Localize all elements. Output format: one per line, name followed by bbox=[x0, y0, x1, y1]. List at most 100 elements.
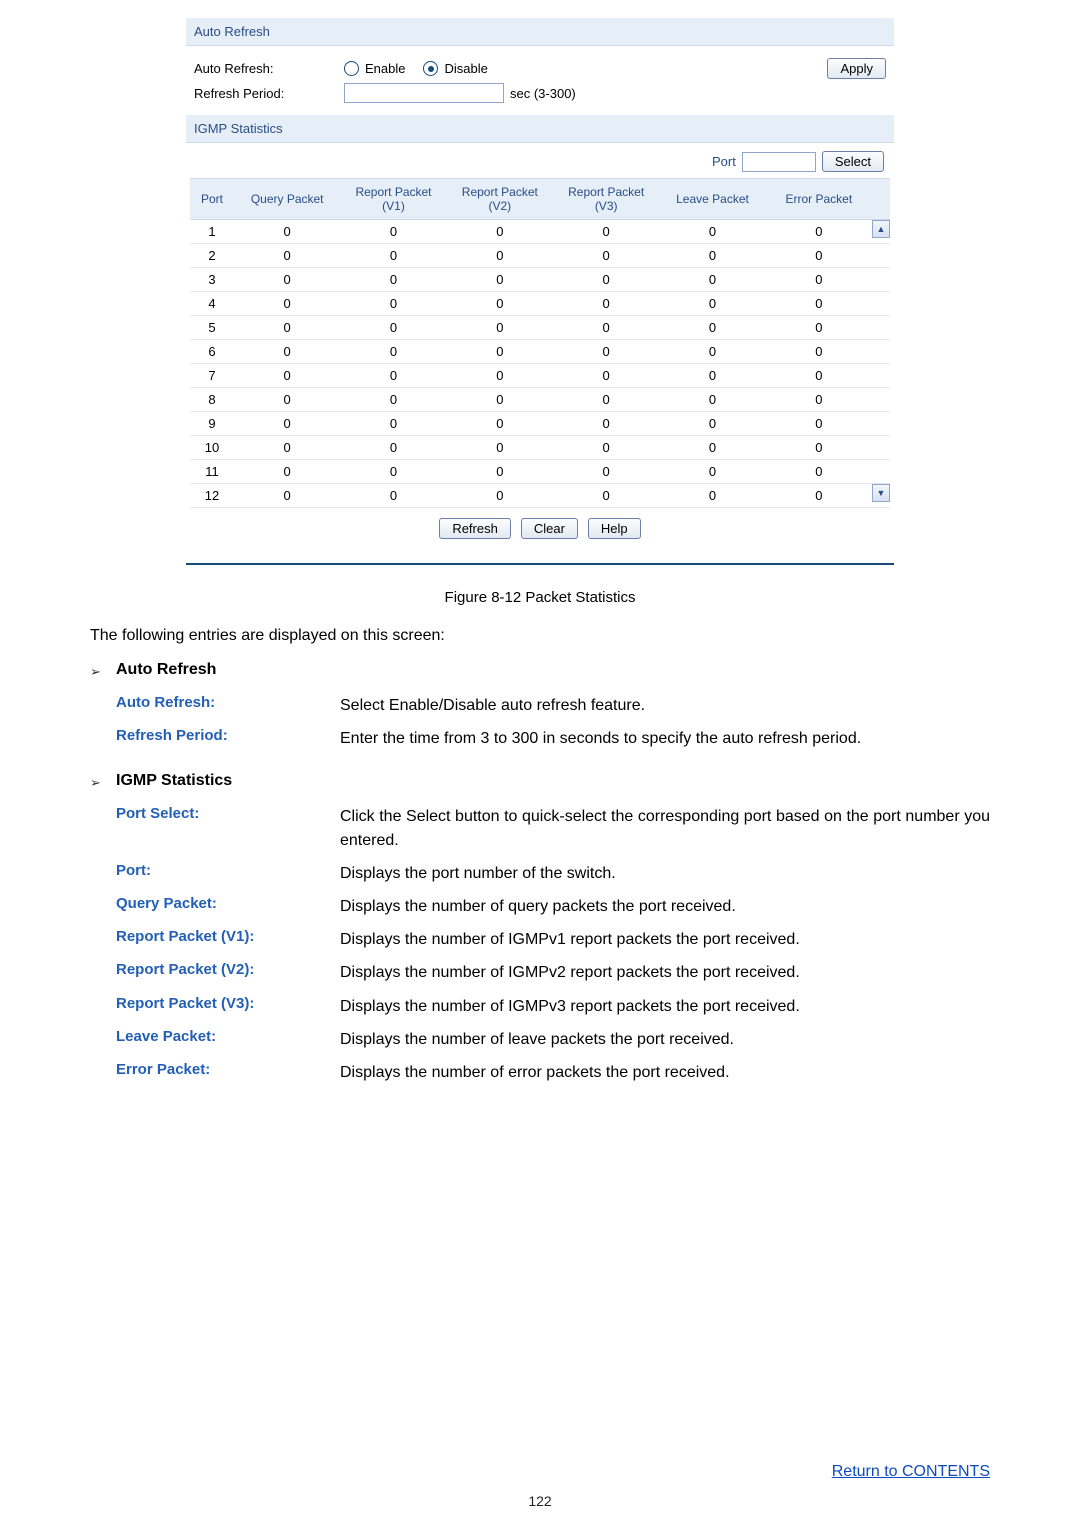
cell-v1: 0 bbox=[340, 388, 446, 412]
return-to-contents-link[interactable]: Return to CONTENTS bbox=[832, 1463, 990, 1480]
section-title-igmp: IGMP Statistics bbox=[116, 772, 232, 791]
cell-leave: 0 bbox=[659, 412, 765, 436]
cell-v3: 0 bbox=[553, 412, 659, 436]
cell-v2: 0 bbox=[447, 340, 553, 364]
auto-refresh-section-title: Auto Refresh bbox=[186, 18, 894, 46]
cell-query: 0 bbox=[234, 388, 340, 412]
refresh-period-unit: sec (3-300) bbox=[510, 86, 576, 101]
definition-description: Displays the number of IGMPv1 report pac… bbox=[340, 928, 990, 951]
scroll-down-icon[interactable]: ▼ bbox=[872, 484, 890, 502]
definition-description: Displays the number of leave packets the… bbox=[340, 1028, 990, 1051]
col-query: Query Packet bbox=[234, 179, 340, 220]
cell-v3: 0 bbox=[553, 316, 659, 340]
enable-radio-label: Enable bbox=[365, 61, 405, 76]
table-row: 5000000 bbox=[190, 316, 890, 340]
apply-button[interactable]: Apply bbox=[827, 58, 886, 79]
cell-query: 0 bbox=[234, 436, 340, 460]
cell-port: 1 bbox=[190, 220, 234, 244]
cell-port: 8 bbox=[190, 388, 234, 412]
cell-v2: 0 bbox=[447, 244, 553, 268]
cell-v2: 0 bbox=[447, 460, 553, 484]
definition-term: Leave Packet: bbox=[116, 1028, 340, 1051]
cell-v3: 0 bbox=[553, 244, 659, 268]
table-row: 4000000 bbox=[190, 292, 890, 316]
definition-description: Displays the number of query packets the… bbox=[340, 895, 990, 918]
cell-v1: 0 bbox=[340, 484, 446, 508]
cell-query: 0 bbox=[234, 268, 340, 292]
cell-port: 9 bbox=[190, 412, 234, 436]
cell-leave: 0 bbox=[659, 364, 765, 388]
bullet-icon: ➢ bbox=[90, 661, 102, 680]
cell-leave: 0 bbox=[659, 292, 765, 316]
cell-v1: 0 bbox=[340, 364, 446, 388]
scroll-up-icon[interactable]: ▲ bbox=[872, 220, 890, 238]
disable-radio[interactable]: Disable bbox=[423, 61, 487, 76]
table-row: 1000000▲ bbox=[190, 220, 890, 244]
definition-description: Displays the number of IGMPv2 report pac… bbox=[340, 961, 990, 984]
cell-query: 0 bbox=[234, 292, 340, 316]
cell-query: 0 bbox=[234, 364, 340, 388]
cell-v3: 0 bbox=[553, 340, 659, 364]
radio-icon bbox=[344, 61, 359, 76]
enable-radio[interactable]: Enable bbox=[344, 61, 405, 76]
cell-leave: 0 bbox=[659, 316, 765, 340]
clear-button[interactable]: Clear bbox=[521, 518, 578, 539]
igmp-statistics-table: Port Query Packet Report Packet(V1) Repo… bbox=[190, 178, 890, 508]
refresh-period-input[interactable] bbox=[344, 83, 504, 103]
definition-term: Refresh Period: bbox=[116, 727, 340, 750]
cell-v3: 0 bbox=[553, 460, 659, 484]
help-button[interactable]: Help bbox=[588, 518, 641, 539]
cell-query: 0 bbox=[234, 220, 340, 244]
definition-description: Displays the number of IGMPv3 report pac… bbox=[340, 995, 990, 1018]
radio-icon bbox=[423, 61, 438, 76]
cell-query: 0 bbox=[234, 340, 340, 364]
col-error: Error Packet bbox=[766, 179, 872, 220]
definition-term: Query Packet: bbox=[116, 895, 340, 918]
refresh-button[interactable]: Refresh bbox=[439, 518, 511, 539]
packet-statistics-screenshot: Auto Refresh Auto Refresh: Enable Disabl… bbox=[186, 18, 894, 565]
definition-term: Report Packet (V2): bbox=[116, 961, 340, 984]
select-button[interactable]: Select bbox=[822, 151, 884, 172]
bullet-icon: ➢ bbox=[90, 772, 102, 791]
definition-term: Report Packet (V3): bbox=[116, 995, 340, 1018]
cell-port: 2 bbox=[190, 244, 234, 268]
col-v2: Report Packet(V2) bbox=[447, 179, 553, 220]
cell-error: 0 bbox=[766, 220, 872, 244]
cell-v3: 0 bbox=[553, 436, 659, 460]
cell-v2: 0 bbox=[447, 292, 553, 316]
cell-v3: 0 bbox=[553, 220, 659, 244]
cell-v3: 0 bbox=[553, 364, 659, 388]
table-row: 10000000 bbox=[190, 436, 890, 460]
cell-v1: 0 bbox=[340, 316, 446, 340]
cell-v1: 0 bbox=[340, 220, 446, 244]
definition-description: Click the Select button to quick-select … bbox=[340, 805, 990, 851]
table-row: 12000000▼ bbox=[190, 484, 890, 508]
cell-v2: 0 bbox=[447, 364, 553, 388]
cell-port: 5 bbox=[190, 316, 234, 340]
table-row: 2000000 bbox=[190, 244, 890, 268]
definition-description: Displays the number of error packets the… bbox=[340, 1061, 990, 1084]
cell-v2: 0 bbox=[447, 268, 553, 292]
definition-term: Auto Refresh: bbox=[116, 694, 340, 717]
cell-query: 0 bbox=[234, 460, 340, 484]
cell-v1: 0 bbox=[340, 412, 446, 436]
intro-text: The following entries are displayed on t… bbox=[90, 627, 990, 645]
cell-query: 0 bbox=[234, 412, 340, 436]
cell-error: 0 bbox=[766, 484, 872, 508]
cell-leave: 0 bbox=[659, 436, 765, 460]
cell-v2: 0 bbox=[447, 484, 553, 508]
cell-error: 0 bbox=[766, 292, 872, 316]
port-filter-input[interactable] bbox=[742, 152, 816, 172]
definition-term: Port: bbox=[116, 862, 340, 885]
table-row: 6000000 bbox=[190, 340, 890, 364]
cell-v1: 0 bbox=[340, 460, 446, 484]
section-title-auto-refresh: Auto Refresh bbox=[116, 661, 216, 680]
table-row: 3000000 bbox=[190, 268, 890, 292]
cell-leave: 0 bbox=[659, 340, 765, 364]
cell-error: 0 bbox=[766, 460, 872, 484]
table-row: 7000000 bbox=[190, 364, 890, 388]
col-v3: Report Packet(V3) bbox=[553, 179, 659, 220]
auto-refresh-label: Auto Refresh: bbox=[194, 61, 344, 76]
definition-description: Enter the time from 3 to 300 in seconds … bbox=[340, 727, 990, 750]
definition-term: Error Packet: bbox=[116, 1061, 340, 1084]
